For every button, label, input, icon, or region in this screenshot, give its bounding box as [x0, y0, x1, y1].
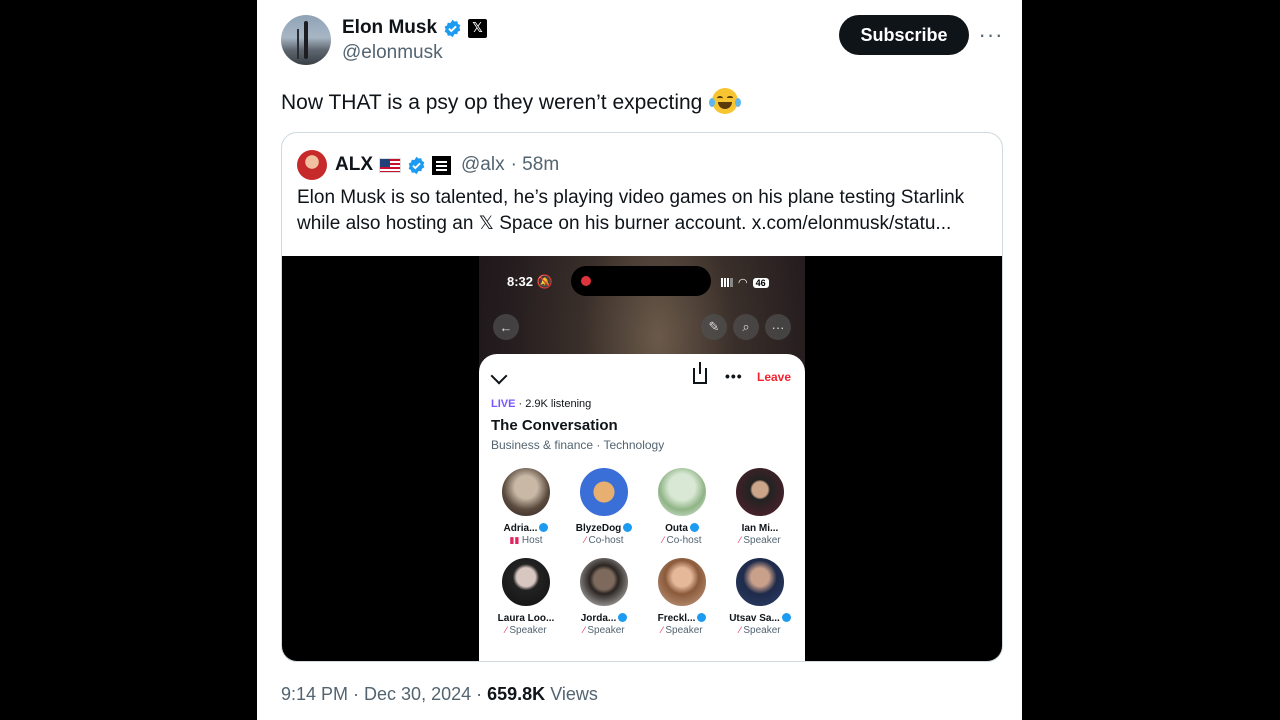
verified-icon	[618, 613, 628, 622]
wifi-icon: ◠	[738, 277, 748, 289]
quote-author-name[interactable]: ALX	[335, 154, 373, 176]
speaker-role: Host	[521, 535, 543, 546]
screen: Elon Musk 𝕏 @elonmusk Subscribe ··· Now …	[0, 0, 1280, 720]
leave-button: Leave	[757, 370, 792, 384]
speaker-avatar	[734, 466, 786, 518]
live-status: LIVE · 2.9K listening	[491, 398, 591, 410]
speaker-card: Freckl... ⁄ Speaker	[643, 556, 721, 636]
verified-icon	[623, 523, 633, 532]
speaker-avatar	[656, 556, 708, 608]
share-icon	[693, 362, 707, 384]
author-name-row: Elon Musk 𝕏	[342, 15, 488, 41]
status-icons: ◠ 46	[721, 276, 769, 289]
quote-age: · 58m	[510, 154, 560, 175]
tweet-card: Elon Musk 𝕏 @elonmusk Subscribe ··· Now …	[257, 0, 1022, 720]
search-icon: ⌕	[733, 314, 759, 340]
sheet-more-icon: •••	[725, 368, 743, 384]
spaces-sheet: ••• Leave LIVE · 2.9K listening The Conv…	[479, 354, 805, 661]
recording-dot-icon	[581, 276, 591, 286]
compose-icon: ✎	[701, 314, 727, 340]
speaker-role: Speaker	[743, 535, 781, 546]
x-affiliate-icon: 𝕏	[468, 18, 488, 38]
live-label: LIVE	[491, 398, 516, 410]
speaker-avatar	[734, 556, 786, 608]
speaker-avatar	[500, 556, 552, 608]
speaker-avatar	[500, 466, 552, 518]
tears-of-joy-emoji-icon	[709, 88, 742, 114]
quote-author-avatar[interactable]	[297, 150, 327, 180]
speaker-card: Utsav Sa... ⁄ Speaker	[721, 556, 799, 636]
speaker-avatar	[656, 466, 708, 518]
signal-icon	[721, 278, 733, 287]
speaker-card: Adria... ▮▮ Host	[487, 466, 565, 546]
speaker-name: Jorda...	[580, 613, 617, 624]
speaker-name: Adria...	[503, 523, 538, 534]
dynamic-island	[571, 266, 711, 296]
speaker-name: BlyzeDog	[575, 523, 622, 534]
us-flag-icon	[379, 157, 401, 173]
speaker-grid: Adria... ▮▮ Host BlyzeDog ⁄ Co-host Outa	[487, 466, 799, 636]
speaker-card: Laura Loo... ⁄ Speaker	[487, 556, 565, 636]
speaker-name: Utsav Sa...	[729, 613, 780, 624]
speaker-avatar	[578, 556, 630, 608]
more-options-icon[interactable]: ···	[979, 20, 1003, 50]
space-title: The Conversation	[491, 417, 618, 434]
author-handle[interactable]: @elonmusk	[342, 42, 443, 64]
sheet-toolbar: ••• Leave	[490, 362, 793, 388]
space-topics: Business & finance · Technology	[491, 438, 665, 452]
speaker-card: BlyzeDog ⁄ Co-host	[565, 466, 643, 546]
speaker-role: Speaker	[743, 625, 781, 636]
quote-media-video[interactable]: 8:32 🔕 ◠ 46 ← ✎ ⌕ ··· ••• Leave LIVE · 2…	[282, 256, 1002, 661]
chevron-down-icon	[490, 367, 508, 385]
speaker-role: Speaker	[587, 625, 625, 636]
speaker-name: Freckl...	[657, 613, 696, 624]
more-icon: ···	[765, 314, 791, 340]
affiliate-badge-icon	[432, 155, 451, 175]
author-avatar[interactable]	[281, 15, 331, 65]
tweet-meta: 9:14 PM · Dec 30, 2024 · 659.8K Views	[281, 684, 598, 705]
subscribe-button[interactable]: Subscribe	[839, 15, 969, 55]
speaker-name: Outa	[665, 523, 688, 534]
speaker-name: Ian Mi...	[741, 523, 779, 534]
tweet-body: Now THAT is a psy op they weren’t expect…	[281, 91, 703, 114]
views-label: Views	[550, 684, 598, 704]
quoted-tweet[interactable]: ALX @alx · 58m Elon Musk is so talented,…	[281, 132, 1003, 662]
speaker-role: Co-host	[588, 535, 624, 546]
speaker-role: Speaker	[665, 625, 703, 636]
author-name[interactable]: Elon Musk	[342, 17, 437, 39]
quote-header: ALX @alx · 58m	[297, 150, 559, 180]
speaker-role: Speaker	[509, 625, 547, 636]
views-count: 659.8K	[487, 684, 546, 704]
speaker-role: Co-host	[666, 535, 702, 546]
verified-badge-icon	[444, 19, 461, 37]
speaker-avatar	[578, 466, 630, 518]
verified-icon	[539, 523, 549, 532]
phone-screenshot: 8:32 🔕 ◠ 46 ← ✎ ⌕ ··· ••• Leave LIVE · 2…	[479, 256, 805, 661]
listening-count: · 2.9K listening	[518, 398, 592, 410]
speaker-card: Jorda... ⁄ Speaker	[565, 556, 643, 636]
verified-icon	[697, 613, 707, 622]
speaker-card: Ian Mi... ⁄ Speaker	[721, 466, 799, 546]
verified-icon	[689, 523, 699, 532]
quote-verified-badge-icon	[408, 156, 425, 174]
mic-icon: ▮▮	[509, 535, 522, 545]
speaker-card: Outa ⁄ Co-host	[643, 466, 721, 546]
quote-text: Elon Musk is so talented, he’s playing v…	[297, 187, 965, 234]
tweet-text: Now THAT is a psy op they weren’t expect…	[281, 88, 742, 115]
speaker-name: Laura Loo...	[497, 613, 555, 624]
verified-icon	[781, 613, 791, 622]
phone-clock: 8:32 🔕	[507, 274, 553, 289]
quote-author-handle[interactable]: @alx	[461, 154, 505, 176]
battery-icon: 46	[752, 277, 769, 288]
tweet-timestamp[interactable]: 9:14 PM · Dec 30, 2024 ·	[281, 684, 482, 704]
back-icon: ←	[493, 314, 519, 340]
